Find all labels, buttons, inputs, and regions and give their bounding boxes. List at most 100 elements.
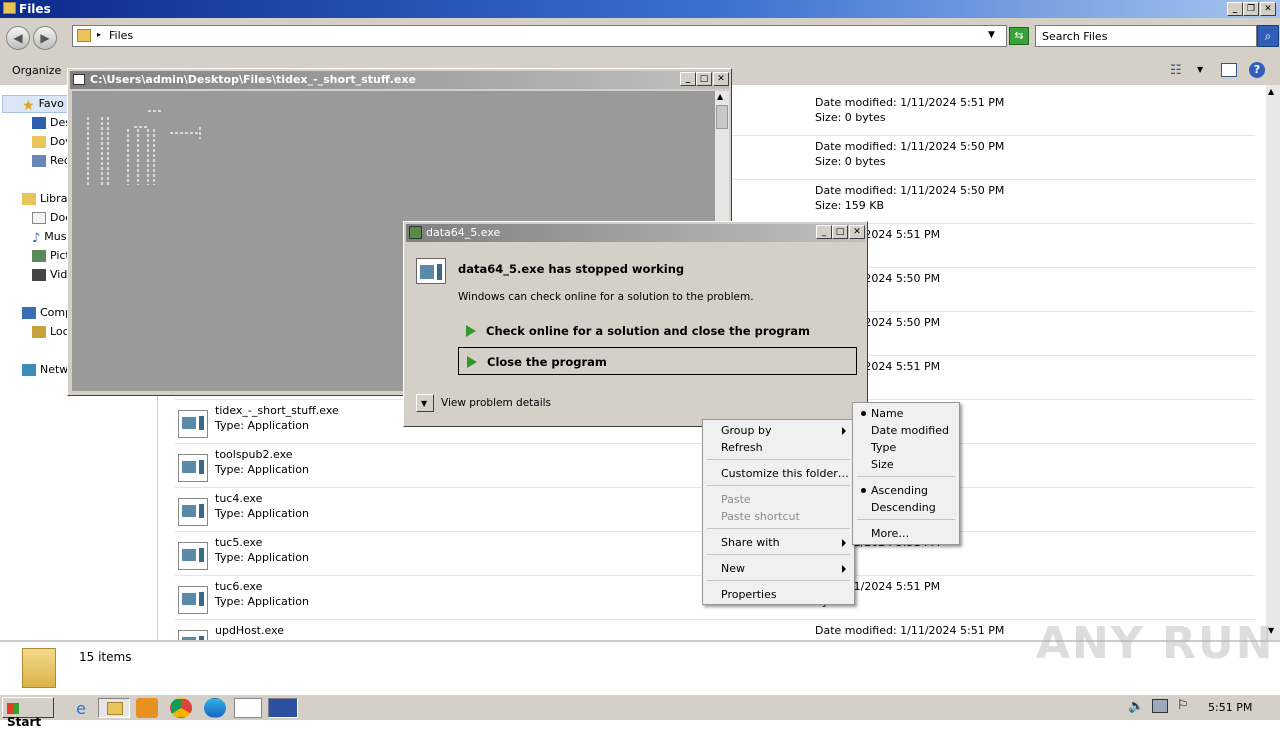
nav-item-computer[interactable]: Comp xyxy=(22,306,72,322)
application-icon xyxy=(178,542,208,570)
dialog-message: Windows can check online for a solution … xyxy=(458,291,754,303)
menu-item-refresh[interactable]: Refresh xyxy=(705,439,852,456)
desktop-icon xyxy=(32,117,46,129)
chevron-down-icon[interactable]: ▼ xyxy=(1197,65,1203,74)
watermark-logo: ANY RUN xyxy=(1036,618,1275,669)
application-icon xyxy=(178,586,208,614)
menu-separator xyxy=(857,476,955,477)
sort-item-date-modified[interactable]: Date modified xyxy=(855,422,957,439)
console-close-button[interactable]: ✕ xyxy=(713,72,729,86)
file-list-scrollbar[interactable]: ▲ ▼ xyxy=(1266,85,1280,640)
menu-separator xyxy=(707,485,850,486)
console-title-bar[interactable]: C:\Users\admin\Desktop\Files\tidex_-_sho… xyxy=(70,71,729,89)
ie-icon[interactable]: e xyxy=(70,698,92,718)
explorer-taskbar-icon[interactable] xyxy=(98,698,130,718)
network-tray-icon[interactable] xyxy=(1152,699,1168,713)
scroll-up-icon[interactable]: ▲ xyxy=(1268,87,1274,96)
expand-details-button[interactable]: ▼ xyxy=(416,394,434,412)
error-dialog[interactable]: data64_5.exe _ □ ✕ data64_5.exe has stop… xyxy=(403,221,868,427)
address-bar-row: ◀ ▶ ▸ Files ▼ ⇆ Search Files ⌕ xyxy=(0,18,1280,58)
dialog-close-button[interactable]: ✕ xyxy=(849,225,865,239)
nav-item-libraries[interactable]: Libra xyxy=(22,192,67,208)
sort-item-more[interactable]: More… xyxy=(855,525,957,542)
menu-item-customize-folder[interactable]: Customize this folder… xyxy=(705,465,852,482)
windows-logo-icon xyxy=(7,703,19,714)
media-player-icon[interactable] xyxy=(136,698,158,718)
nav-item-documents[interactable]: Doc xyxy=(32,211,71,227)
recent-places-icon xyxy=(32,155,46,167)
console-scroll-thumb[interactable] xyxy=(716,105,728,129)
radio-dot-icon xyxy=(861,488,866,493)
chevron-right-icon[interactable]: ▸ xyxy=(97,30,101,39)
file-date-modified: Date modified: 1/11/2024 5:51 PM xyxy=(815,624,1005,637)
chrome-icon[interactable] xyxy=(170,698,192,718)
forward-button[interactable]: ▶ xyxy=(33,26,57,50)
action-center-flag-icon[interactable]: ⚐ xyxy=(1177,698,1189,713)
nav-item-music[interactable]: ♪ Mus xyxy=(32,230,67,246)
nav-item-downloads[interactable]: Dov xyxy=(32,135,72,151)
check-online-button[interactable]: Check online for a solution and close th… xyxy=(458,317,858,345)
preview-pane-icon[interactable] xyxy=(1221,63,1237,77)
folder-icon xyxy=(3,2,16,14)
volume-icon[interactable]: 🔈 xyxy=(1128,699,1144,714)
address-field[interactable]: ▸ Files ▼ xyxy=(72,25,1007,47)
organize-button[interactable]: Organize xyxy=(12,64,61,77)
error-report-taskbar-icon[interactable] xyxy=(268,698,298,718)
minimize-button[interactable]: _ xyxy=(1227,2,1243,16)
sort-item-descending[interactable]: Descending xyxy=(855,499,957,516)
file-type: Type: Application xyxy=(215,507,309,520)
restore-button[interactable]: ❐ xyxy=(1243,2,1259,16)
start-button[interactable]: Start xyxy=(2,697,54,729)
file-name: tuc6.exe xyxy=(215,580,263,593)
close-button[interactable]: ✕ xyxy=(1260,2,1276,16)
file-name: toolspub2.exe xyxy=(215,448,293,461)
menu-item-group-by[interactable]: Group by xyxy=(705,422,852,439)
sort-item-ascending[interactable]: Ascending xyxy=(855,482,957,499)
view-details-link[interactable]: View problem details xyxy=(441,397,551,409)
libraries-icon xyxy=(22,193,36,205)
close-program-button[interactable]: Close the program xyxy=(458,347,857,375)
sort-item-type[interactable]: Type xyxy=(855,439,957,456)
search-icon[interactable]: ⌕ xyxy=(1257,25,1279,47)
file-name: tuc5.exe xyxy=(215,536,263,549)
submenu-arrow-icon xyxy=(842,427,846,435)
window-title-bar[interactable]: Files _ ❐ ✕ xyxy=(0,0,1280,18)
console-maximize-button[interactable]: □ xyxy=(696,72,712,86)
edge-icon[interactable] xyxy=(204,698,226,718)
nav-item-desktop[interactable]: Des xyxy=(32,116,71,132)
clock[interactable]: 5:51 PM xyxy=(1208,701,1252,714)
application-taskbar-icon[interactable] xyxy=(234,698,262,718)
console-title: C:\Users\admin\Desktop\Files\tidex_-_sho… xyxy=(90,73,416,86)
sort-item-size[interactable]: Size xyxy=(855,456,957,473)
search-input[interactable]: Search Files xyxy=(1035,25,1257,47)
folder-icon xyxy=(77,29,91,42)
nav-item-recent[interactable]: Rec xyxy=(32,154,70,170)
sort-item-name[interactable]: Name xyxy=(855,405,957,422)
file-size: Size: 0 bytes xyxy=(815,155,886,168)
application-icon xyxy=(178,410,208,438)
computer-icon xyxy=(22,307,36,319)
nav-item-local-disk[interactable]: Loc xyxy=(32,325,69,341)
help-icon[interactable]: ? xyxy=(1249,62,1265,78)
file-type: Type: Application xyxy=(215,463,309,476)
dialog-title-bar[interactable]: data64_5.exe _ □ ✕ xyxy=(406,224,865,242)
dialog-maximize-button[interactable]: □ xyxy=(832,225,848,239)
dialog-minimize-button[interactable]: _ xyxy=(816,225,832,239)
menu-item-new[interactable]: New xyxy=(705,560,852,577)
menu-item-share-with[interactable]: Share with xyxy=(705,534,852,551)
menu-item-paste: Paste xyxy=(721,493,751,506)
file-name: updHost.exe xyxy=(215,624,284,637)
menu-item-properties[interactable]: Properties xyxy=(705,586,852,603)
scroll-up-icon[interactable]: ▲ xyxy=(717,92,723,101)
refresh-icon[interactable]: ⇆ xyxy=(1009,27,1029,45)
chevron-down-icon[interactable]: ▼ xyxy=(988,30,995,40)
application-icon xyxy=(178,498,208,526)
console-minimize-button[interactable]: _ xyxy=(680,72,696,86)
nav-item-network[interactable]: Netw xyxy=(22,363,68,379)
nav-item-pictures[interactable]: Pict xyxy=(32,249,70,265)
view-options-icon[interactable]: ☷ xyxy=(1170,63,1182,78)
address-path: Files xyxy=(109,29,134,42)
back-button[interactable]: ◀ xyxy=(6,26,30,50)
nav-item-favorites[interactable]: ★ Favo xyxy=(22,97,64,114)
green-arrow-icon xyxy=(466,325,476,337)
